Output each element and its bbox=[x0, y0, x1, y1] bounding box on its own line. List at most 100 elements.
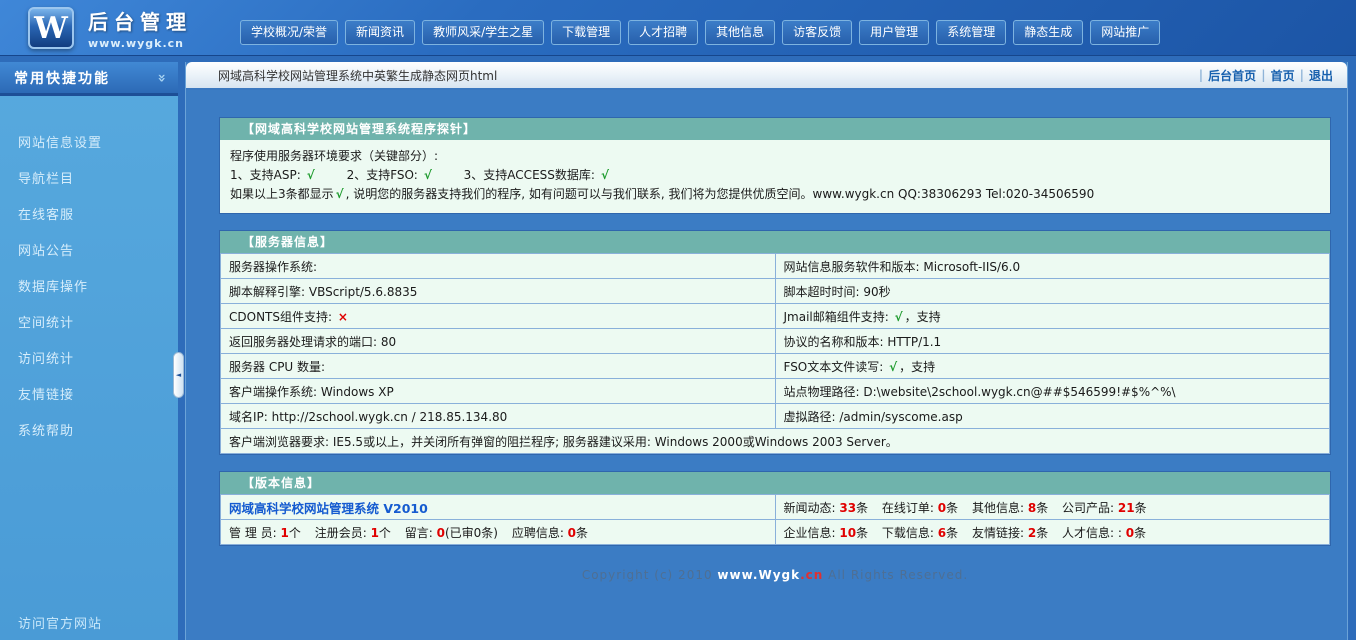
table-row: 客户端操作系统: Windows XP 站点物理路径: D:\website\2… bbox=[221, 379, 1330, 404]
nav-tab-promotion[interactable]: 网站推广 bbox=[1090, 20, 1160, 45]
req-access-label: 3、支持ACCESS数据库: bbox=[464, 168, 595, 182]
check-icon: √ bbox=[887, 360, 899, 374]
link-separator: | bbox=[1300, 68, 1304, 82]
sidebar-header: 常用快捷功能 » bbox=[0, 62, 178, 96]
nav-tabs: 学校概况/荣誉 新闻资讯 教师风采/学生之星 下载管理 人才招聘 其他信息 访客… bbox=[240, 20, 1160, 45]
nav-tab-teachers[interactable]: 教师风采/学生之星 bbox=[422, 20, 544, 45]
sidebar-item-announcements[interactable]: 网站公告 bbox=[0, 232, 178, 267]
sidebar-item-friend-links[interactable]: 友情链接 bbox=[0, 376, 178, 411]
script-timeout-cell: 脚本超时时间: 90秒 bbox=[775, 279, 1330, 304]
version-box-header: 【版本信息】 bbox=[220, 472, 1330, 494]
probe-box-body: 程序使用服务器环境要求（关键部分）: 1、支持ASP:√ 2、支持FSO:√ 3… bbox=[220, 140, 1330, 213]
sidebar-item-visit-stats[interactable]: 访问统计 bbox=[0, 340, 178, 375]
version-info-table: 网域高科学校网站管理系统 V2010 新闻动态: 33条 在线订单: 0条 其他… bbox=[220, 494, 1330, 545]
fso-rw-cell: FSO文本文件读写: √，支持 bbox=[775, 354, 1330, 379]
probe-box-header: 【网域高科学校网站管理系统程序探针】 bbox=[220, 118, 1330, 140]
probe-line-3-post: , 说明您的服务器支持我们的程序, 如有问题可以与我们联系, 我们将为您提供优质… bbox=[346, 187, 1095, 201]
server-port-cell: 返回服务器处理请求的端口: 80 bbox=[221, 329, 776, 354]
stats-row2-right-cell: 企业信息: 10条 下载信息: 6条 友情链接: 2条 人才信息: : 0条 bbox=[775, 520, 1330, 545]
sidebar-title: 常用快捷功能 bbox=[14, 68, 110, 88]
server-info-table: 服务器操作系统: 网站信息服务软件和版本: Microsoft-IIS/6.0 … bbox=[220, 253, 1330, 454]
check-icon: √ bbox=[599, 168, 611, 182]
domain-ip-cell: 域名IP: http://2school.wygk.cn / 218.85.13… bbox=[221, 404, 776, 429]
nav-tab-static-gen[interactable]: 静态生成 bbox=[1013, 20, 1083, 45]
protocol-cell: 协议的名称和版本: HTTP/1.1 bbox=[775, 329, 1330, 354]
table-row: 服务器 CPU 数量: FSO文本文件读写: √，支持 bbox=[221, 354, 1330, 379]
table-row: 脚本解释引擎: VBScript/5.6.8835 脚本超时时间: 90秒 bbox=[221, 279, 1330, 304]
link-separator: | bbox=[1261, 68, 1265, 82]
link-separator: | bbox=[1199, 68, 1203, 82]
table-row: 网域高科学校网站管理系统 V2010 新闻动态: 33条 在线订单: 0条 其他… bbox=[221, 495, 1330, 520]
header-bar: W 后台管理 www.wygk.cn 学校概况/荣誉 新闻资讯 教师风采/学生之… bbox=[0, 0, 1356, 56]
table-row: CDONTS组件支持: × Jmail邮箱组件支持: √，支持 bbox=[221, 304, 1330, 329]
copyright-suffix: All Rights Reserved. bbox=[823, 568, 968, 582]
probe-line-1: 程序使用服务器环境要求（关键部分）: bbox=[230, 147, 1320, 166]
nav-tab-other-info[interactable]: 其他信息 bbox=[705, 20, 775, 45]
topbar-links: | 后台首页 | 首页 | 退出 bbox=[1199, 67, 1333, 84]
content-topbar: 网域高科学校网站管理系统中英繁生成静态网页html | 后台首页 | 首页 | … bbox=[186, 62, 1347, 90]
table-row: 客户端浏览器要求: IE5.5或以上，并关闭所有弹窗的阻拦程序; 服务器建议采用… bbox=[221, 429, 1330, 454]
table-row: 域名IP: http://2school.wygk.cn / 218.85.13… bbox=[221, 404, 1330, 429]
product-version-link[interactable]: 网域高科学校网站管理系统 V2010 bbox=[229, 501, 428, 516]
probe-line-3: 如果以上3条都显示√, 说明您的服务器支持我们的程序, 如有问题可以与我们联系,… bbox=[230, 185, 1320, 204]
home-link[interactable]: 首页 bbox=[1271, 67, 1295, 84]
stats-row1-cell: 新闻动态: 33条 在线订单: 0条 其他信息: 8条 公司产品: 21条 bbox=[775, 495, 1330, 520]
sidebar-item-online-service[interactable]: 在线客服 bbox=[0, 196, 178, 231]
sidebar-item-site-info[interactable]: 网站信息设置 bbox=[0, 124, 178, 159]
browser-requirements-cell: 客户端浏览器要求: IE5.5或以上，并关闭所有弹窗的阻拦程序; 服务器建议采用… bbox=[221, 429, 1330, 454]
virtual-path-cell: 虚拟路径: /admin/syscome.asp bbox=[775, 404, 1330, 429]
check-icon: √ bbox=[893, 310, 905, 324]
nav-tab-users[interactable]: 用户管理 bbox=[859, 20, 929, 45]
req-fso-label: 2、支持FSO: bbox=[347, 168, 418, 182]
cpu-count-cell: 服务器 CPU 数量: bbox=[221, 354, 776, 379]
app-title: 后台管理 bbox=[88, 6, 192, 35]
nav-tab-system[interactable]: 系统管理 bbox=[936, 20, 1006, 45]
nav-tab-news[interactable]: 新闻资讯 bbox=[345, 20, 415, 45]
sidebar: 常用快捷功能 » 网站信息设置 导航栏目 在线客服 网站公告 数据库操作 空间统… bbox=[0, 62, 178, 640]
content-area: 【网域高科学校网站管理系统程序探针】 程序使用服务器环境要求（关键部分）: 1、… bbox=[186, 90, 1347, 582]
sidebar-menu: 网站信息设置 导航栏目 在线客服 网站公告 数据库操作 空间统计 访问统计 友情… bbox=[0, 96, 178, 447]
sidebar-item-database-ops[interactable]: 数据库操作 bbox=[0, 268, 178, 303]
probe-line-2: 1、支持ASP:√ 2、支持FSO:√ 3、支持ACCESS数据库:√ bbox=[230, 166, 1320, 185]
probe-line-3-pre: 如果以上3条都显示 bbox=[230, 187, 334, 201]
table-row: 返回服务器处理请求的端口: 80 协议的名称和版本: HTTP/1.1 bbox=[221, 329, 1330, 354]
logo-letter: W bbox=[34, 11, 68, 46]
client-os-cell: 客户端操作系统: Windows XP bbox=[221, 379, 776, 404]
req-asp-label: 1、支持ASP: bbox=[230, 168, 301, 182]
logout-link[interactable]: 退出 bbox=[1309, 67, 1333, 84]
check-icon: √ bbox=[334, 187, 346, 201]
probe-box: 【网域高科学校网站管理系统程序探针】 程序使用服务器环境要求（关键部分）: 1、… bbox=[219, 117, 1331, 214]
official-site-link[interactable]: 访问官方网站 bbox=[18, 613, 102, 632]
site-url: www.wygk.cn bbox=[88, 37, 192, 50]
server-info-box: 【服务器信息】 服务器操作系统: 网站信息服务软件和版本: Microsoft-… bbox=[219, 230, 1331, 455]
footer-brand-cn: .cn bbox=[800, 568, 823, 582]
sidebar-item-space-stats[interactable]: 空间统计 bbox=[0, 304, 178, 339]
server-box-header: 【服务器信息】 bbox=[220, 231, 1330, 253]
nav-tab-downloads[interactable]: 下载管理 bbox=[551, 20, 621, 45]
brand-block: 后台管理 www.wygk.cn bbox=[88, 6, 192, 50]
table-row: 服务器操作系统: 网站信息服务软件和版本: Microsoft-IIS/6.0 bbox=[221, 254, 1330, 279]
main-panel: 网域高科学校网站管理系统中英繁生成静态网页html | 后台首页 | 首页 | … bbox=[185, 62, 1348, 640]
physical-path-cell: 站点物理路径: D:\website\2school.wygk.cn@##$54… bbox=[775, 379, 1330, 404]
table-row: 管 理 员: 1个 注册会员: 1个 留言: 0(已审0条) 应聘信息: 0条 … bbox=[221, 520, 1330, 545]
collapse-left-icon: ◄ bbox=[176, 371, 181, 379]
cdonts-cell: CDONTS组件支持: × bbox=[221, 304, 776, 329]
sidebar-item-help[interactable]: 系统帮助 bbox=[0, 412, 178, 447]
sidebar-item-nav-columns[interactable]: 导航栏目 bbox=[0, 160, 178, 195]
nav-tab-school[interactable]: 学校概况/荣誉 bbox=[240, 20, 338, 45]
script-engine-cell: 脚本解释引擎: VBScript/5.6.8835 bbox=[221, 279, 776, 304]
copyright-text: Copyright (c) 2010 bbox=[582, 568, 718, 582]
cross-icon: × bbox=[336, 310, 350, 324]
footer-brand: www.Wygk bbox=[717, 568, 800, 582]
nav-tab-jobs[interactable]: 人才招聘 bbox=[628, 20, 698, 45]
app-logo-icon: W bbox=[28, 7, 74, 49]
chevron-down-icon[interactable]: » bbox=[153, 73, 169, 82]
product-cell: 网域高科学校网站管理系统 V2010 bbox=[221, 495, 776, 520]
page-title: 网域高科学校网站管理系统中英繁生成静态网页html bbox=[218, 67, 497, 84]
nav-tab-feedback[interactable]: 访客反馈 bbox=[782, 20, 852, 45]
sidebar-collapse-handle[interactable]: ◄ bbox=[173, 352, 184, 398]
copyright-footer: Copyright (c) 2010 www.Wygk.cn All Right… bbox=[219, 568, 1331, 582]
admin-home-link[interactable]: 后台首页 bbox=[1208, 67, 1256, 84]
iis-version-cell: 网站信息服务软件和版本: Microsoft-IIS/6.0 bbox=[775, 254, 1330, 279]
stats-row2-left-cell: 管 理 员: 1个 注册会员: 1个 留言: 0(已审0条) 应聘信息: 0条 bbox=[221, 520, 776, 545]
